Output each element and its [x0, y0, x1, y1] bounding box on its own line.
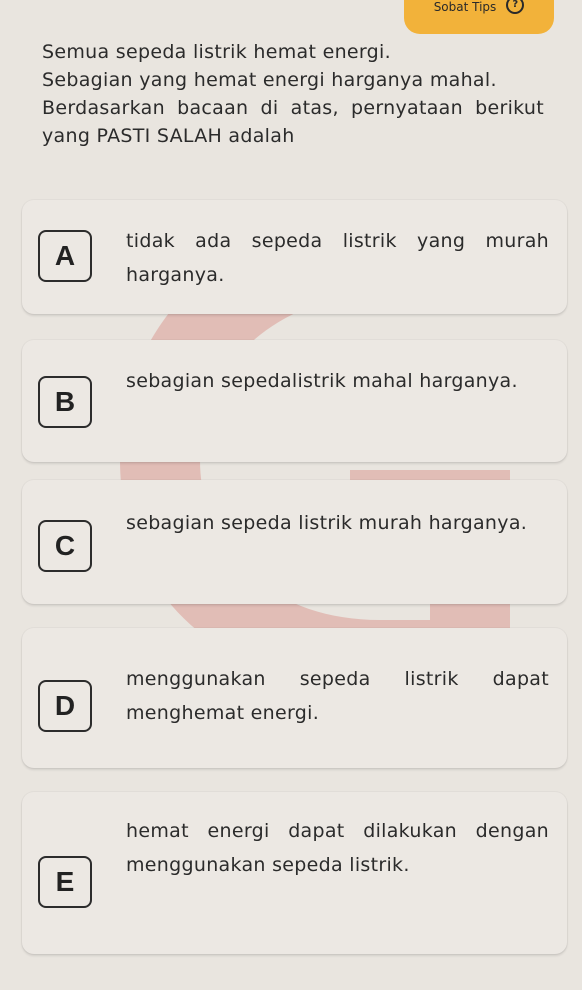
option-a-letter: A — [38, 230, 92, 282]
question-line-2: Sebagian yang hemat energi harganya maha… — [42, 69, 497, 91]
option-d-text: menggunakan sepeda listrik dapat menghem… — [126, 668, 549, 724]
option-c-letter: C — [38, 520, 92, 572]
sobat-tips-button[interactable]: Sobat Tips ? — [404, 0, 554, 34]
option-c[interactable]: C sebagian sepeda listrik murah harganya… — [22, 480, 567, 604]
option-e-letter: E — [38, 856, 92, 908]
option-b-text: sebagian sepedalistrik mahal harganya. — [126, 370, 518, 392]
question-circle-icon: ? — [506, 0, 525, 14]
option-c-text: sebagian sepeda listrik murah harganya. — [126, 512, 528, 534]
option-a-text: tidak ada sepeda listrik yang murah harg… — [126, 230, 549, 286]
option-d-letter: D — [38, 680, 92, 732]
question-line-1: Semua sepeda listrik hemat energi. — [42, 41, 391, 63]
option-e-text: hemat energi dapat dilakukan dengan meng… — [126, 820, 549, 876]
question-line-3: Berdasarkan bacaan di atas, pernyataan b… — [42, 97, 544, 147]
option-a[interactable]: A tidak ada sepeda listrik yang murah ha… — [22, 200, 567, 314]
question-text: Semua sepeda listrik hemat energi. Sebag… — [42, 38, 544, 150]
option-e[interactable]: E hemat energi dapat dilakukan dengan me… — [22, 792, 567, 954]
option-d[interactable]: D menggunakan sepeda listrik dapat mengh… — [22, 628, 567, 768]
tips-label: Sobat Tips — [433, 0, 497, 14]
option-b[interactable]: B sebagian sepedalistrik mahal harganya. — [22, 340, 567, 462]
option-b-letter: B — [38, 376, 92, 428]
